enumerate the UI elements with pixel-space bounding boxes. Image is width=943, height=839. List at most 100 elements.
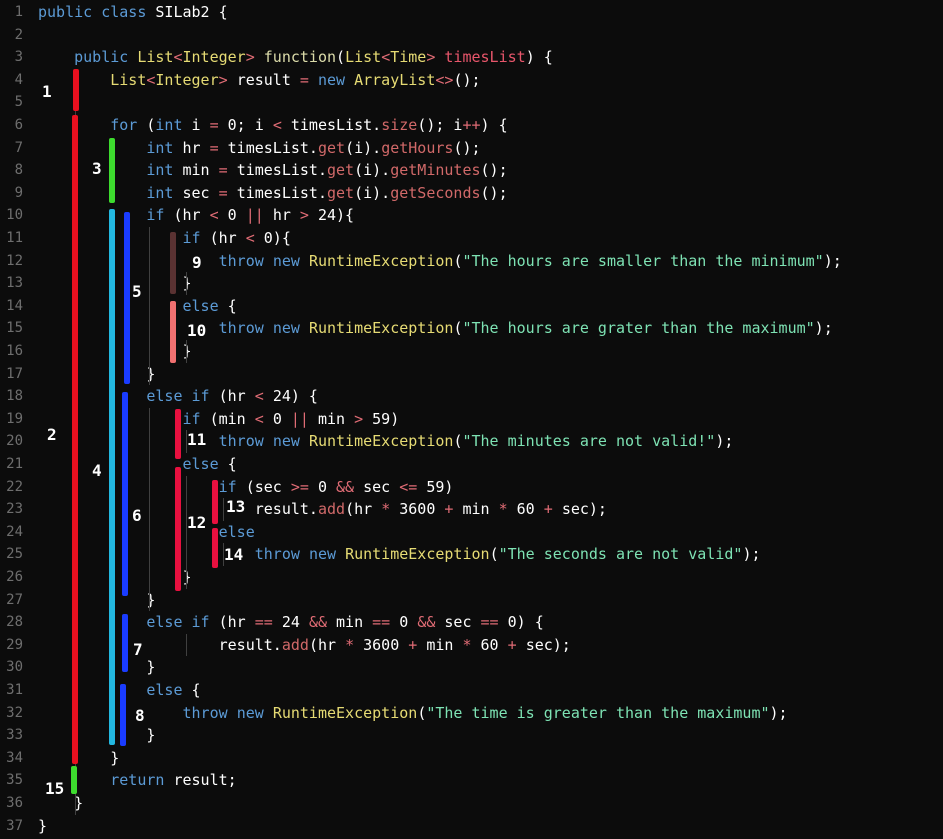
code-token: (hr: [209, 229, 246, 247]
code-line[interactable]: throw new RuntimeException("The seconds …: [38, 543, 761, 566]
code-token: min: [426, 635, 463, 654]
indent-guide: [186, 272, 187, 295]
code-token: +: [408, 635, 427, 654]
code-token: else: [146, 681, 192, 699]
code-line[interactable]: result.add(hr * 3600 + min * 60 + sec);: [38, 634, 571, 657]
code-token: (i).: [354, 183, 391, 202]
code-token: add: [281, 635, 309, 654]
code-token: (sec: [245, 477, 291, 496]
code-token: get: [317, 138, 346, 157]
code-token: throw: [182, 703, 237, 722]
line-number: 2: [14, 26, 23, 43]
line-number: 24: [6, 523, 23, 540]
code-token: int: [146, 161, 183, 180]
code-token: }: [38, 658, 156, 677]
code-token: (hr: [218, 387, 255, 406]
code-line[interactable]: }: [38, 815, 47, 838]
code-token: );: [742, 545, 761, 564]
code-line[interactable]: if (hr < 0 || hr > 24){: [38, 204, 354, 227]
code-token: sec: [444, 613, 481, 632]
code-token: public: [74, 48, 138, 67]
line-number: 6: [14, 117, 23, 133]
code-token: <: [245, 229, 264, 247]
code-token: 24) {: [272, 387, 318, 406]
line-number: 18: [6, 388, 23, 405]
code-token: RuntimeException: [308, 432, 454, 451]
code-token: 24){: [317, 206, 355, 225]
code-token: }: [38, 726, 156, 745]
code-token: {: [227, 455, 237, 473]
code-token: +: [444, 500, 463, 519]
code-line[interactable]: throw new RuntimeException("The minutes …: [38, 430, 734, 453]
code-line[interactable]: for (int i = 0; i < timesList.size(); i+…: [38, 114, 508, 137]
code-token: +: [543, 500, 562, 519]
code-token: List: [110, 70, 147, 89]
code-line[interactable]: throw new RuntimeException("The time is …: [38, 702, 788, 725]
code-token: 0){: [263, 229, 291, 247]
code-token: else: [218, 522, 255, 541]
code-line[interactable]: else if (hr < 24) {: [38, 385, 318, 408]
code-token: min: [336, 613, 373, 632]
code-line[interactable]: public List<Integer> function(List<Time>…: [38, 46, 553, 69]
line-number: 11: [6, 230, 23, 246]
code-line[interactable]: if (min < 0 || min > 59): [38, 408, 400, 431]
code-token: throw: [254, 545, 309, 564]
code-token: timesList.: [236, 183, 327, 202]
code-line[interactable]: List<Integer> result = new ArrayList<>()…: [38, 69, 481, 92]
code-token: "The hours are smaller than the minimum": [462, 251, 824, 270]
annotation-label: 12: [187, 513, 207, 532]
code-token: getMinutes: [390, 161, 481, 180]
code-token: 60: [480, 635, 508, 654]
code-token: <>: [435, 70, 454, 89]
code-token: (min: [209, 409, 255, 428]
code-token: for: [110, 116, 147, 134]
line-number: 34: [6, 749, 23, 766]
code-token: <: [254, 387, 273, 406]
line-number: 26: [6, 569, 23, 585]
code-token: if: [182, 229, 210, 247]
code-token: Time: [390, 48, 427, 67]
code-line[interactable]: throw new RuntimeException("The hours ar…: [38, 250, 842, 273]
line-number: 30: [6, 659, 23, 676]
code-token: sec);: [525, 635, 571, 654]
code-token: =: [299, 70, 318, 89]
code-token: else if: [146, 387, 219, 406]
code-token: );: [769, 703, 788, 722]
annotation-bar: [170, 232, 176, 294]
code-token: timesList.: [236, 161, 327, 180]
code-token: {: [191, 681, 201, 699]
code-token: &&: [336, 477, 364, 496]
line-number: 22: [6, 478, 23, 495]
code-token: ) {: [480, 116, 508, 134]
code-line[interactable]: }: [38, 724, 155, 747]
code-token: ();: [453, 70, 481, 89]
code-token: }: [38, 748, 120, 767]
code-token: <: [254, 409, 273, 428]
code-editor[interactable]: 1 public class SILab2 {2 3 public List<Int…: [0, 0, 943, 839]
code-line[interactable]: }: [38, 656, 155, 679]
code-token: List: [137, 48, 174, 67]
code-line[interactable]: throw new RuntimeException("The hours ar…: [38, 317, 833, 340]
code-line[interactable]: else: [38, 521, 255, 544]
code-token: timesList.: [290, 116, 382, 134]
line-number: 13: [6, 275, 23, 292]
line-number: 14: [6, 297, 23, 314]
code-line[interactable]: public class SILab2 {: [38, 1, 228, 24]
code-token: add: [317, 500, 346, 519]
annotation-bar: [71, 766, 77, 794]
code-line[interactable]: else {: [38, 453, 237, 476]
annotation-label: 3: [92, 159, 102, 178]
code-line[interactable]: int hr = timesList.get(i).getHours();: [38, 137, 480, 160]
code-line[interactable]: }: [38, 589, 155, 612]
code-line[interactable]: }: [38, 747, 119, 770]
annotation-bar: [73, 69, 79, 111]
code-token: getHours: [381, 138, 454, 157]
code-line[interactable]: return result;: [38, 769, 236, 792]
code-token: getSeconds: [390, 183, 481, 202]
code-line[interactable]: }: [38, 363, 155, 386]
annotation-bar: [124, 212, 130, 384]
code-token: 0: [272, 409, 291, 428]
